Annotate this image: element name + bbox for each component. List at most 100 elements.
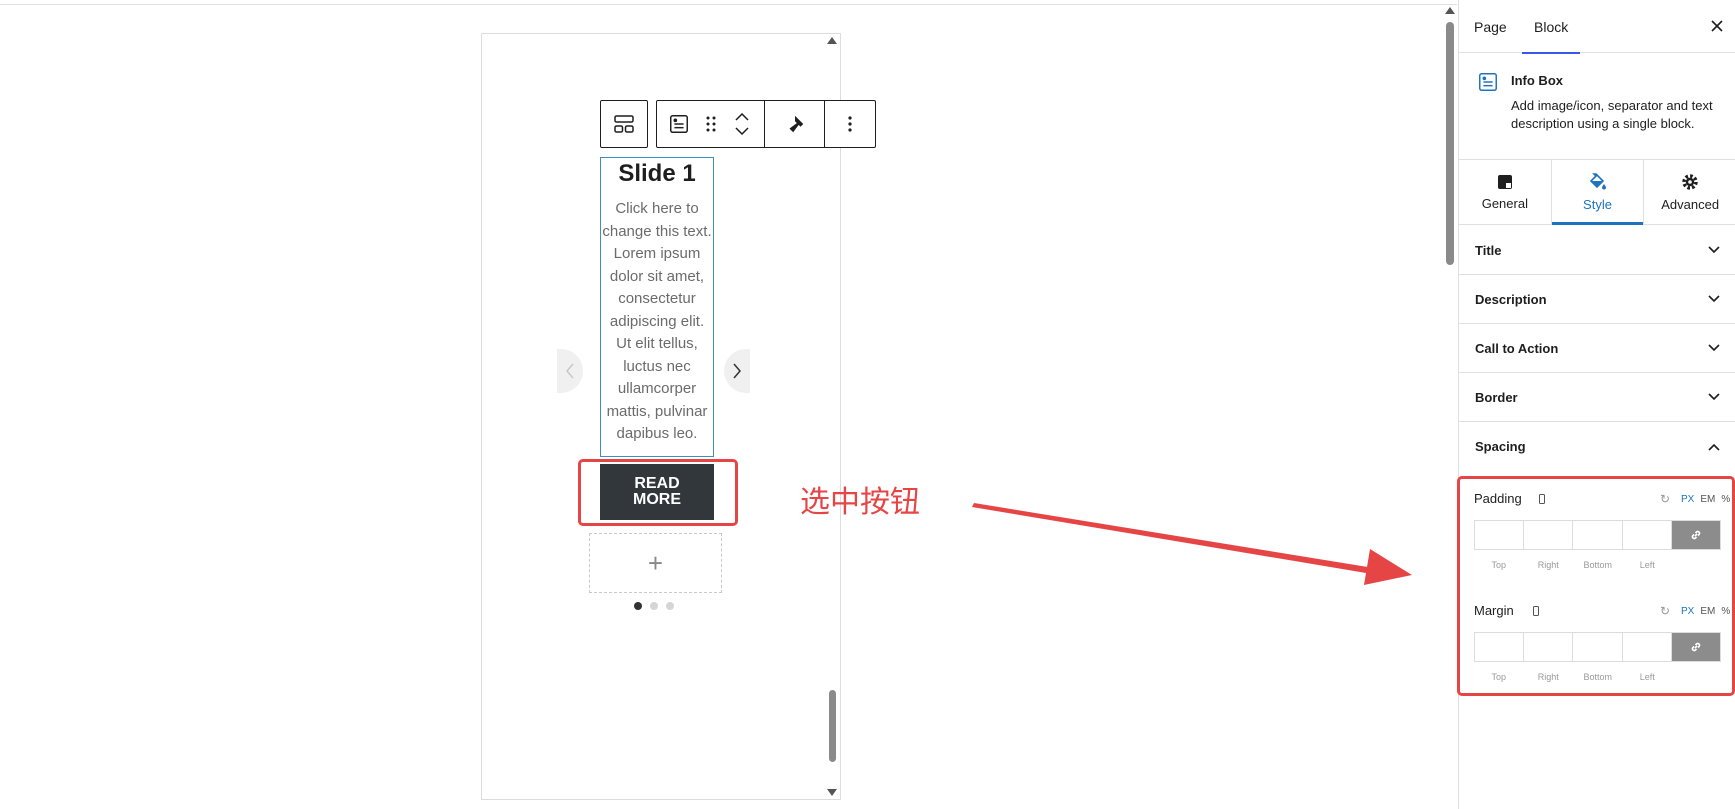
section-spacing-label: Spacing	[1475, 439, 1526, 454]
margin-label: Margin	[1474, 603, 1514, 618]
unit-em[interactable]: EM	[1700, 606, 1715, 617]
margin-left-input[interactable]	[1622, 633, 1672, 661]
block-options-button[interactable]	[825, 101, 875, 147]
section-title-label: Title	[1475, 242, 1502, 258]
annotation-text: 选中按钮	[800, 485, 920, 520]
margin-right-label: Right	[1537, 672, 1559, 682]
margin-bottom-input[interactable]	[1573, 633, 1623, 661]
tab-advanced[interactable]: Advanced	[1644, 160, 1735, 224]
copy-paste-styles-button[interactable]	[765, 101, 824, 147]
select-parent-button[interactable]	[600, 100, 648, 148]
link-icon	[1691, 642, 1701, 652]
frame-scroll-down-arrow[interactable]	[827, 789, 837, 796]
infobox-icon	[669, 115, 688, 133]
unit-px[interactable]: PX	[1681, 494, 1694, 505]
paint-bucket-icon	[1589, 172, 1606, 189]
section-border[interactable]: Border	[1459, 373, 1735, 422]
reset-icon[interactable]: ↻	[1660, 492, 1670, 506]
sidebar-tabs: Page Block	[1459, 0, 1735, 54]
margin-units: PX EM %	[1681, 606, 1730, 617]
padding-label: Padding	[1474, 491, 1522, 506]
section-call-to-action[interactable]: Call to Action	[1459, 324, 1735, 373]
block-name: Info Box	[1511, 73, 1563, 88]
unit-percent[interactable]: %	[1721, 606, 1730, 617]
toolbar-block-group	[657, 101, 765, 147]
chevron-right-icon	[733, 363, 741, 379]
padding-bottom-input[interactable]	[1573, 521, 1623, 549]
margin-top-input[interactable]	[1475, 633, 1525, 661]
spacing-highlight-box	[1457, 476, 1735, 696]
section-description-label: Description	[1475, 291, 1547, 307]
tab-general[interactable]: General	[1459, 160, 1551, 224]
margin-bottom-label: Bottom	[1583, 672, 1612, 682]
chevron-down-icon	[1708, 246, 1720, 254]
section-border-label: Border	[1475, 389, 1518, 405]
frame-scrollbar-thumb[interactable]	[829, 690, 836, 762]
margin-top-label: Top	[1491, 672, 1506, 682]
padding-link-button[interactable]	[1671, 521, 1721, 549]
main-scrollbar-thumb[interactable]	[1446, 22, 1454, 265]
padding-left-input[interactable]	[1622, 521, 1672, 549]
margin-right-input[interactable]	[1524, 633, 1574, 661]
chevron-down-icon[interactable]	[735, 127, 749, 135]
margin-left-label: Left	[1639, 672, 1655, 682]
drag-handle[interactable]	[701, 101, 721, 147]
drag-handle-icon	[706, 116, 715, 132]
section-title[interactable]: Title	[1459, 226, 1735, 275]
tab-advanced-label: Advanced	[1661, 196, 1720, 212]
padding-top-input[interactable]	[1475, 521, 1525, 549]
tab-general-label: General	[1481, 195, 1528, 211]
device-mobile-icon[interactable]	[1539, 494, 1545, 504]
reset-icon[interactable]: ↻	[1660, 604, 1670, 618]
padding-top-label: Top	[1491, 560, 1506, 570]
slide-description[interactable]: Click here to change this text. Lorem ip…	[602, 198, 712, 446]
device-mobile-icon[interactable]	[1533, 606, 1539, 616]
chevron-up-icon[interactable]	[735, 113, 749, 121]
block-card: Info Box Add image/icon, separator and t…	[1459, 54, 1735, 160]
pagination-dot[interactable]	[650, 602, 658, 610]
close-icon[interactable]	[1709, 18, 1725, 34]
pagination-dot[interactable]	[666, 602, 674, 610]
unit-px[interactable]: PX	[1681, 606, 1694, 617]
toolbar-style-group	[765, 101, 825, 147]
unit-percent[interactable]: %	[1721, 494, 1730, 505]
panel-tabs: General Style Advanced	[1459, 160, 1735, 225]
section-spacing[interactable]: Spacing	[1459, 422, 1735, 471]
move-buttons[interactable]	[720, 101, 764, 147]
tab-page[interactable]: Page	[1474, 0, 1507, 53]
block-toolbar	[656, 100, 876, 148]
chevron-left-icon	[566, 363, 574, 379]
slide-title[interactable]: Slide 1	[600, 160, 714, 188]
main-scroll-up-arrow[interactable]	[1445, 7, 1455, 14]
chevron-up-icon	[1708, 443, 1720, 451]
margin-side-labels: Top Right Bottom Left	[1474, 672, 1672, 682]
parent-block-icon	[614, 115, 634, 133]
tab-style-label: Style	[1583, 196, 1612, 212]
padding-bottom-label: Bottom	[1583, 560, 1612, 570]
top-divider	[0, 4, 1457, 5]
gear-icon	[1682, 173, 1698, 190]
padding-right-input[interactable]	[1524, 521, 1574, 549]
button-highlight-box	[578, 459, 738, 526]
toolbar-options-group	[825, 101, 875, 147]
pagination-dot[interactable]	[634, 602, 642, 610]
section-description[interactable]: Description	[1459, 275, 1735, 324]
paintbrush-icon	[789, 115, 803, 133]
padding-left-label: Left	[1639, 560, 1655, 570]
chevron-down-icon	[1708, 295, 1720, 303]
section-cta-label: Call to Action	[1475, 340, 1559, 356]
block-appender-button[interactable]: +	[589, 533, 722, 593]
padding-right-label: Right	[1537, 560, 1559, 570]
chevron-down-icon	[1708, 393, 1720, 401]
tab-style[interactable]: Style	[1550, 160, 1645, 225]
editor-screen: Slide 1 Click here to change this text. …	[0, 0, 1735, 809]
frame-scroll-up-arrow[interactable]	[827, 37, 837, 44]
margin-inputs	[1474, 632, 1721, 662]
padding-units: PX EM %	[1681, 494, 1730, 505]
block-type-button[interactable]	[657, 101, 701, 147]
margin-link-button[interactable]	[1671, 633, 1721, 661]
unit-em[interactable]: EM	[1700, 494, 1715, 505]
block-description: Add image/icon, separator and text descr…	[1511, 98, 1713, 131]
tab-block[interactable]: Block	[1521, 0, 1581, 54]
link-icon	[1691, 530, 1701, 540]
